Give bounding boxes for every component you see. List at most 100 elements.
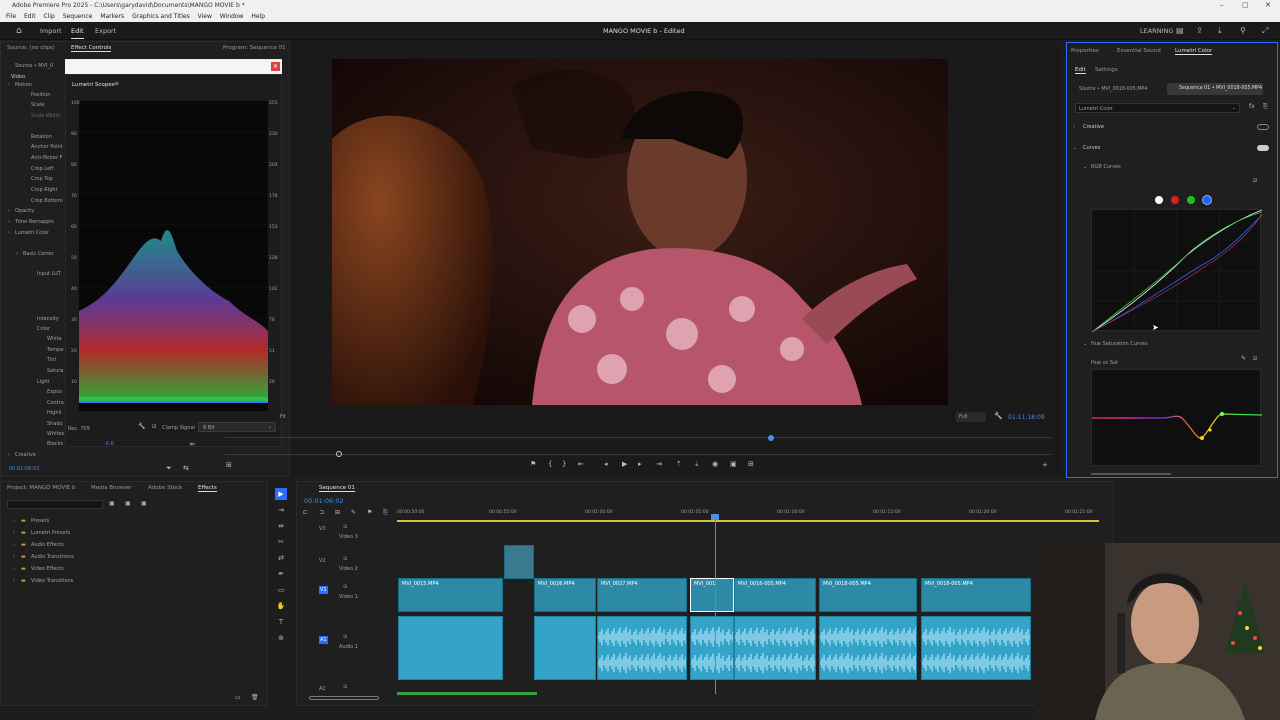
extract-icon[interactable]: ⇣	[694, 460, 700, 468]
effect-row[interactable]: Rotation	[31, 134, 52, 140]
tab-effect-controls[interactable]: Effect Controls	[71, 45, 112, 52]
timeline-tool-icon[interactable]: ⊐	[319, 509, 324, 516]
tool-icon[interactable]: ⇥	[275, 504, 287, 516]
tab-import[interactable]: Import	[40, 22, 62, 40]
tool-icon[interactable]: ⇹	[275, 520, 287, 532]
chevron-icon[interactable]: ›	[13, 566, 15, 572]
effect-row[interactable]: Crop Left	[31, 166, 54, 172]
home-icon[interactable]: ⌂	[16, 22, 22, 40]
playhead-marker[interactable]	[768, 435, 774, 441]
chevron-icon[interactable]: ›	[8, 82, 10, 88]
track-id[interactable]: A2	[319, 686, 326, 692]
subtab-settings[interactable]: Settings	[1095, 67, 1118, 73]
timeline-tool-icon[interactable]: ⎘	[383, 509, 388, 517]
wrench-icon[interactable]: 🔧	[994, 412, 1003, 420]
chevron-right-icon[interactable]: ›	[1073, 124, 1075, 130]
subtab-edit[interactable]: Edit	[1075, 67, 1086, 74]
video-clip[interactable]: MVI_0018-005.MP4	[819, 578, 917, 612]
effect-row[interactable]: Scale Width	[31, 113, 61, 119]
chevron-icon[interactable]: ›	[13, 542, 15, 548]
effect-row[interactable]: Crop Bottom	[31, 198, 63, 204]
effect-row[interactable]: Opacity	[15, 208, 34, 214]
track-id[interactable]: V1	[319, 586, 328, 594]
fullscreen-icon[interactable]: ⤢	[1262, 22, 1268, 40]
effect-row[interactable]: Expos	[47, 389, 62, 395]
new-layer-icon[interactable]: ⎘	[1263, 103, 1268, 111]
zoom-select[interactable]: Full	[956, 412, 986, 422]
panel-scrollbar[interactable]	[1091, 473, 1171, 475]
effect-row[interactable]: Whites	[47, 431, 64, 437]
step-forward-icon[interactable]: ▸	[638, 460, 642, 468]
close-scopes-icon[interactable]: ✕	[271, 62, 280, 71]
tool-icon[interactable]: ✂	[275, 536, 287, 548]
loop-icon[interactable]: ⇆	[183, 464, 189, 472]
channel-dot[interactable]	[1155, 196, 1163, 204]
tab-properties[interactable]: Properties	[1071, 48, 1099, 54]
tool-icon[interactable]: T	[275, 616, 287, 628]
tab-lumetri-color[interactable]: Lumetri Color	[1175, 48, 1213, 55]
learning-label[interactable]: LEARNING	[1140, 22, 1173, 40]
close-icon[interactable]: ✕	[1265, 0, 1271, 11]
effects-folder[interactable]: Video Transitions	[31, 578, 73, 584]
chevron-icon[interactable]: ›	[8, 452, 10, 458]
effects-folder[interactable]: Video Effects	[31, 566, 64, 572]
chevron-down-icon[interactable]: ⌄	[1083, 164, 1087, 170]
track-id[interactable]: V2	[319, 558, 326, 564]
menu-help[interactable]: Help	[251, 13, 265, 20]
tool-icon[interactable]: ✒	[275, 568, 287, 580]
channel-dot[interactable]	[1187, 196, 1195, 204]
add-button-icon[interactable]: +	[1042, 461, 1048, 469]
accelerated-icon[interactable]: ▣	[109, 500, 115, 507]
effect-row[interactable]: Motion	[15, 82, 32, 88]
audio-clip[interactable]	[921, 616, 1031, 680]
new-bin-icon[interactable]: ▭	[235, 694, 241, 701]
effect-row[interactable]: Intensity	[37, 316, 59, 322]
effects-folder[interactable]: Audio Transitions	[31, 554, 74, 560]
share-icon[interactable]: ⇪	[1196, 22, 1203, 40]
chevron-icon[interactable]: ›	[13, 578, 15, 584]
effect-row[interactable]: Shado	[47, 421, 63, 427]
curve-point[interactable]	[1200, 436, 1204, 440]
track-id[interactable]: A1	[319, 636, 328, 644]
chevron-icon[interactable]: ›	[13, 518, 15, 524]
multicam-icon[interactable]: ⊞	[748, 460, 754, 468]
effect-row[interactable]: Blacks	[47, 441, 63, 447]
video-clip[interactable]: MVI_0027.MP4	[597, 578, 687, 612]
curve-point[interactable]	[1220, 412, 1224, 416]
play-icon[interactable]: ▶	[622, 460, 627, 468]
workspaces-icon[interactable]: ▤	[1176, 22, 1184, 40]
mark-out-icon[interactable]: }	[562, 460, 566, 468]
menu-icon[interactable]: ≡	[114, 80, 119, 87]
timeline-playhead[interactable]	[715, 516, 716, 694]
add-marker-icon[interactable]: ⚑	[530, 460, 536, 468]
track-id[interactable]: V3	[319, 526, 326, 532]
effect-row[interactable]: Crop Top	[31, 176, 53, 182]
wrench-icon[interactable]: 🔧	[138, 423, 145, 430]
effect-row[interactable]: Basic Correc	[23, 251, 54, 257]
audio-clip[interactable]	[690, 616, 734, 680]
hue-sat-curves-label[interactable]: Hue Saturation Curves	[1091, 341, 1148, 347]
tool-icon[interactable]: ▶	[275, 488, 287, 500]
effect-row[interactable]: Contra	[47, 400, 64, 406]
effects-folder[interactable]: Lumetri Presets	[31, 530, 70, 536]
yuv-icon[interactable]: ▣	[141, 500, 147, 507]
effect-row[interactable]: Creative	[15, 452, 36, 458]
track-toggle-icon[interactable]: ⊙	[343, 556, 347, 562]
chevron-icon[interactable]: ›	[16, 251, 18, 257]
tool-icon[interactable]: ⊕	[275, 632, 287, 644]
effect-row[interactable]: Time Remappin	[15, 219, 54, 225]
fx-icon[interactable]: fx	[1249, 103, 1255, 110]
track-toggle-icon[interactable]: ⊙	[343, 684, 347, 690]
chevron-down-icon[interactable]: ⌄	[1073, 145, 1077, 151]
creative-toggle[interactable]	[1257, 124, 1269, 130]
menu-file[interactable]: File	[6, 13, 16, 20]
chevron-icon[interactable]: ›	[8, 208, 10, 214]
tab-project[interactable]: Project: MANGO MOVIE b	[7, 485, 75, 491]
audio-clip[interactable]	[398, 616, 503, 680]
rgb-curves-checkbox[interactable]: ☑	[1253, 178, 1257, 184]
track-toggle-icon[interactable]: ⊙	[343, 524, 347, 530]
audio-clip[interactable]	[597, 616, 687, 680]
effect-row[interactable]: Tint	[47, 357, 56, 363]
hue-vs-sat-graph[interactable]	[1091, 369, 1263, 466]
tab-media-browser[interactable]: Media Browser	[91, 485, 132, 491]
